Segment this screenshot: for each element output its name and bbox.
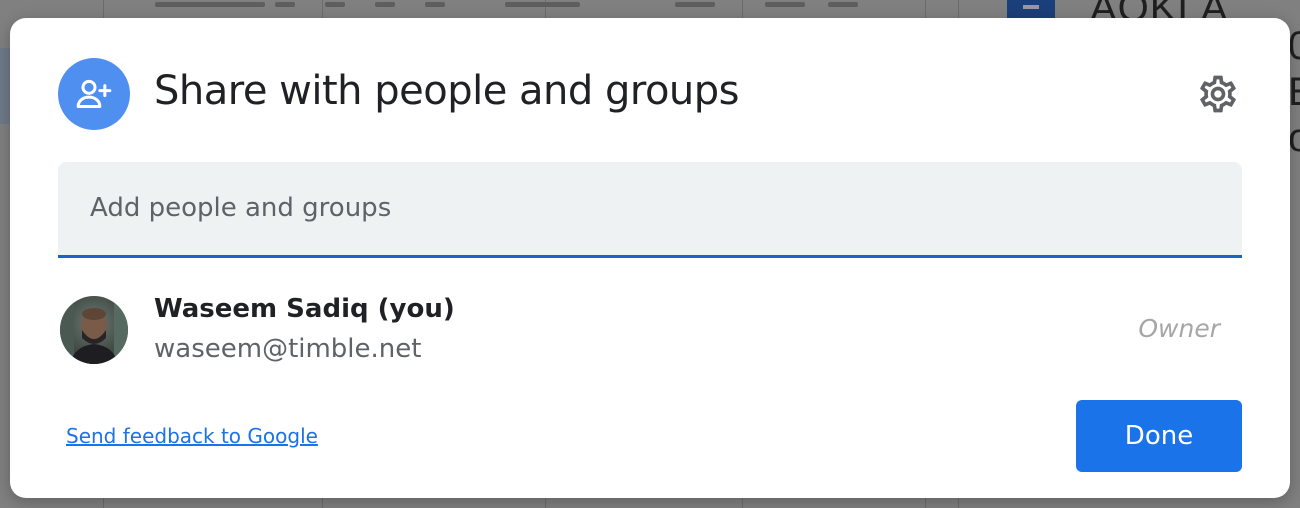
dialog-title: Share with people and groups bbox=[154, 68, 740, 114]
sheet-side-tab bbox=[0, 48, 10, 124]
person-add-icon bbox=[58, 58, 130, 130]
avatar bbox=[60, 296, 128, 364]
share-dialog: Share with people and groups Add people … bbox=[10, 18, 1290, 498]
settings-button[interactable] bbox=[1194, 70, 1242, 118]
person-role: Owner bbox=[1138, 314, 1220, 343]
collapse-icon bbox=[1007, 0, 1055, 18]
add-people-field[interactable] bbox=[58, 162, 1242, 258]
send-feedback-link[interactable]: Send feedback to Google bbox=[66, 424, 318, 448]
person-name: Waseem Sadiq (you) bbox=[154, 294, 455, 324]
done-button[interactable]: Done bbox=[1076, 400, 1242, 472]
gear-icon bbox=[1200, 75, 1236, 113]
add-people-input[interactable] bbox=[90, 188, 1190, 228]
list-item: Waseem Sadiq (you) waseem@timble.net Own… bbox=[58, 290, 1242, 370]
person-email: waseem@timble.net bbox=[154, 334, 422, 364]
